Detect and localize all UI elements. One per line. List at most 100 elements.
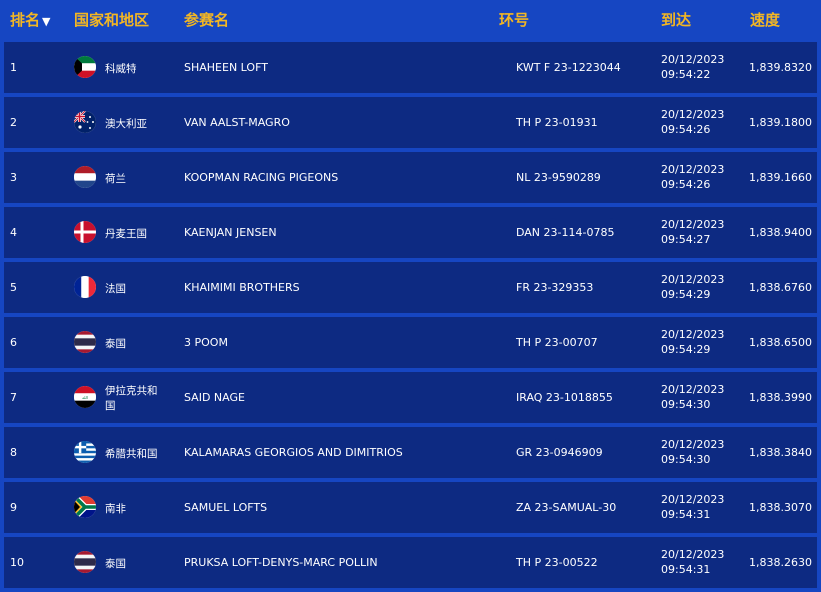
arrival-cell: 20/12/2023 09:54:30 [661, 437, 724, 467]
arrival-cell: 20/12/2023 09:54:31 [661, 492, 724, 522]
arrival-cell: 20/12/2023 09:54:26 [661, 107, 724, 137]
rank-cell: 9 [10, 501, 17, 514]
sort-down-icon[interactable]: ▼ [42, 15, 50, 28]
iraq-flag-icon: الله [74, 386, 96, 408]
arrival-time: 09:54:27 [661, 233, 711, 246]
ring-number-cell: ZA 23-SAMUAL-30 [516, 501, 617, 514]
rank-cell: 2 [10, 116, 17, 129]
table-row[interactable]: 10 泰国 PRUKSA LOFT-DENYS-MARC POLLIN TH P 23… [4, 537, 817, 588]
entrant-name-cell[interactable]: KALAMARAS GEORGIOS AND DIMITRIOS [184, 446, 403, 459]
country-cell: 泰国 [105, 558, 126, 570]
australia-flag-icon [74, 111, 96, 133]
table-row[interactable]: 9 南非 SAMUEL LOFTS ZA 23-SAMUAL-30 20/12/2023… [4, 482, 817, 533]
rank-cell: 10 [10, 556, 24, 569]
ring-number-cell: FR 23-329353 [516, 281, 594, 294]
country-cell: 法国 [105, 283, 126, 295]
speed-cell: 1,839.1660 [749, 171, 812, 184]
country-cell: 伊拉克共和国 [105, 385, 158, 412]
france-flag-icon [74, 276, 96, 298]
arrival-time: 09:54:30 [661, 453, 711, 466]
country-cell: 荷兰 [105, 173, 126, 185]
entrant-name-cell[interactable]: SAMUEL LOFTS [184, 501, 267, 514]
entrant-name-cell[interactable]: KAENJAN JENSEN [184, 226, 277, 239]
rank-header-label: 排名 [10, 11, 41, 29]
arrival-time: 09:54:31 [661, 563, 711, 576]
entrant-name-cell[interactable]: KHAIMIMI BROTHERS [184, 281, 300, 294]
entrant-name-cell[interactable]: KOOPMAN RACING PIGEONS [184, 171, 338, 184]
arrival-time: 09:54:26 [661, 123, 711, 136]
country-cell: 南非 [105, 503, 126, 515]
arrival-time: 09:54:29 [661, 343, 711, 356]
country-cell: 澳大利亚 [105, 118, 147, 130]
ring-number-cell: TH P 23-00707 [516, 336, 598, 349]
arrival-cell: 20/12/2023 09:54:22 [661, 52, 724, 82]
arrival-cell: 20/12/2023 09:54:26 [661, 162, 724, 192]
entrant-name-cell[interactable]: PRUKSA LOFT-DENYS-MARC POLLIN [184, 556, 378, 569]
greece-flag-icon [74, 441, 96, 463]
rank-cell: 6 [10, 336, 17, 349]
table-row[interactable]: 3 荷兰 KOOPMAN RACING PIGEONS NL 23-9590289 20… [4, 152, 817, 203]
rank-cell: 3 [10, 171, 17, 184]
thailand-flag-icon [74, 331, 96, 353]
results-table: 排名 ▼ 国家和地区 参赛名 环号 到达 速度 1 科威特 SHAHEEN LOFT K… [0, 0, 821, 592]
speed-cell: 1,838.6500 [749, 336, 812, 349]
speed-cell: 1,838.3840 [749, 446, 812, 459]
table-row[interactable]: 1 科威特 SHAHEEN LOFT KWT F 23-1223044 20/12/20… [4, 42, 817, 93]
speed-cell: 1,838.9400 [749, 226, 812, 239]
column-header-speed: 速度 [750, 11, 781, 29]
arrival-date: 20/12/2023 [661, 328, 725, 341]
speed-cell: 1,838.2630 [749, 556, 812, 569]
column-header-name: 参赛名 [184, 11, 230, 29]
ring-number-cell: KWT F 23-1223044 [516, 61, 621, 74]
arrival-cell: 20/12/2023 09:54:31 [661, 547, 724, 577]
ring-number-cell: IRAQ 23-1018855 [516, 391, 613, 404]
rank-cell: 5 [10, 281, 17, 294]
ring-number-cell: TH P 23-01931 [516, 116, 598, 129]
rank-cell: 7 [10, 391, 17, 404]
table-header: 排名 ▼ 国家和地区 参赛名 环号 到达 速度 [0, 0, 821, 38]
ring-number-cell: GR 23-0946909 [516, 446, 603, 459]
table-row[interactable]: 5 法国 KHAIMIMI BROTHERS FR 23-329353 20/12/20… [4, 262, 817, 313]
arrival-cell: 20/12/2023 09:54:29 [661, 272, 724, 302]
arrival-cell: 20/12/2023 09:54:27 [661, 217, 724, 247]
arrival-time: 09:54:22 [661, 68, 711, 81]
arrival-date: 20/12/2023 [661, 493, 725, 506]
rank-cell: 8 [10, 446, 17, 459]
ring-number-cell: DAN 23-114-0785 [516, 226, 615, 239]
arrival-date: 20/12/2023 [661, 108, 725, 121]
arrival-cell: 20/12/2023 09:54:30 [661, 382, 724, 412]
entrant-name-cell[interactable]: SAID NAGE [184, 391, 245, 404]
arrival-date: 20/12/2023 [661, 383, 725, 396]
netherlands-flag-icon [74, 166, 96, 188]
speed-cell: 1,839.8320 [749, 61, 812, 74]
arrival-date: 20/12/2023 [661, 218, 725, 231]
arrival-time: 09:54:30 [661, 398, 711, 411]
country-cell: 希腊共和国 [105, 448, 158, 460]
speed-cell: 1,838.3990 [749, 391, 812, 404]
denmark-flag-icon [74, 221, 96, 243]
table-row[interactable]: 4 丹麦王国 KAENJAN JENSEN DAN 23-114-0785 20/12/… [4, 207, 817, 258]
ring-number-cell: TH P 23-00522 [516, 556, 598, 569]
kuwait-flag-icon [74, 56, 96, 78]
column-header-arrival: 到达 [661, 11, 692, 29]
entrant-name-cell[interactable]: VAN AALST-MAGRO [184, 116, 290, 129]
ring-number-cell: NL 23-9590289 [516, 171, 601, 184]
entrant-name-cell[interactable]: SHAHEEN LOFT [184, 61, 268, 74]
arrival-date: 20/12/2023 [661, 273, 725, 286]
table-row[interactable]: 6 泰国 3 POOM TH P 23-00707 20/12/2023 09:54:29… [4, 317, 817, 368]
speed-cell: 1,838.6760 [749, 281, 812, 294]
column-header-country: 国家和地区 [74, 11, 150, 29]
rank-cell: 1 [10, 61, 17, 74]
table-row[interactable]: 8 希腊共和国 KALAMARAS GEORGIOS AND DIMITRIOS GR… [4, 427, 817, 478]
table-row[interactable]: 2 澳大利亚 VAN AALST-MAGRO TH P 23-01931 20/12/2… [4, 97, 817, 148]
arrival-date: 20/12/2023 [661, 163, 725, 176]
arrival-time: 09:54:31 [661, 508, 711, 521]
column-header-rank[interactable]: 排名 ▼ [10, 9, 50, 30]
table-row[interactable]: 7 الله 伊拉克共和国 SAID NAGE IRAQ 23-1018855 20/12… [4, 372, 817, 423]
thailand-flag-icon [74, 551, 96, 573]
entrant-name-cell[interactable]: 3 POOM [184, 336, 228, 349]
arrival-date: 20/12/2023 [661, 548, 725, 561]
speed-cell: 1,839.1800 [749, 116, 812, 129]
south-africa-flag-icon [74, 496, 96, 518]
country-cell: 泰国 [105, 338, 126, 350]
